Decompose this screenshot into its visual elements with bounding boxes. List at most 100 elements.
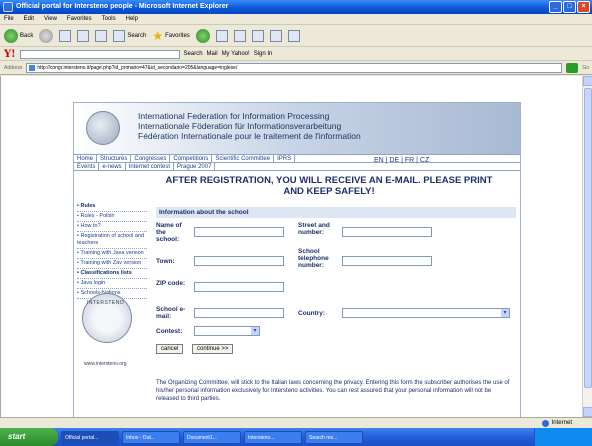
stop-icon[interactable] xyxy=(59,29,72,42)
page-viewport: International Federation for Information… xyxy=(0,76,582,432)
status-bar: Internet xyxy=(0,417,592,428)
contest-select[interactable]: ▾ xyxy=(194,326,260,336)
ie-icon xyxy=(3,2,13,12)
form-buttons: cancel continue >> xyxy=(156,342,516,360)
form-row-name-street: Name of the school: Street and number: xyxy=(156,218,516,246)
yahoo-mail-button[interactable]: Mail xyxy=(207,51,218,57)
address-input[interactable]: http://congr.intersteno.it/page.php?id_p… xyxy=(26,63,563,73)
yahoo-search-button[interactable]: Search xyxy=(184,51,203,57)
folder-icon[interactable] xyxy=(269,29,282,42)
cancel-button[interactable]: cancel xyxy=(156,344,184,354)
sidebar-item-label: Training with Java version xyxy=(80,250,144,256)
sidebar-item-how-to[interactable]: • How to? xyxy=(77,222,147,232)
sidebar-item-label: How to? xyxy=(80,223,101,229)
language-selector[interactable]: EN | DE | FR | CZ xyxy=(374,157,429,164)
home-icon[interactable] xyxy=(95,29,108,42)
menu-tools[interactable]: Tools xyxy=(102,14,116,24)
sidebar-item-label: Rules xyxy=(80,203,96,209)
form-row-town-phone: Town: School telephone number: xyxy=(156,246,516,276)
start-button[interactable]: start xyxy=(0,428,58,446)
go-label[interactable]: Go xyxy=(582,65,589,71)
sidebar-item-zav-training[interactable]: • Training with Zav version xyxy=(77,259,147,269)
sidebar-item-label: Registration of school and teachers xyxy=(77,233,145,246)
nav-enews[interactable]: e-news xyxy=(99,163,126,170)
menu-view[interactable]: View xyxy=(44,14,57,24)
phone-label: School telephone number: xyxy=(298,248,329,269)
banner-text: International Federation for Information… xyxy=(138,111,361,141)
intersteno-url[interactable]: www.intersteno.org xyxy=(84,361,127,367)
nav-internet-contest[interactable]: Internet contest xyxy=(126,163,175,170)
sidebar-item-registration[interactable]: • Registration of school and teachers xyxy=(77,232,147,249)
sidebar-item-java-training[interactable]: • Training with Java version xyxy=(77,249,147,259)
banner-line-2: Internationale Föderation für Informatio… xyxy=(138,121,342,131)
street-input[interactable] xyxy=(342,227,432,237)
school-name-label: Name of the school: xyxy=(156,222,182,243)
continue-button[interactable]: continue >> xyxy=(192,344,234,354)
sidebar-item-rules[interactable]: • Rules xyxy=(77,202,147,212)
zip-input[interactable] xyxy=(194,282,284,292)
nav-scientific-committee[interactable]: Scientific Committee xyxy=(212,155,275,162)
taskbar-item[interactable]: Official portal... xyxy=(61,430,119,444)
history-icon[interactable] xyxy=(195,28,210,43)
address-url: http://congr.intersteno.it/page.php?id_p… xyxy=(37,65,238,71)
close-button[interactable]: × xyxy=(577,1,590,13)
scroll-down-arrow[interactable] xyxy=(583,407,592,417)
nav-prague-2007[interactable]: Prague 2007 xyxy=(174,163,216,170)
back-button[interactable]: Back xyxy=(4,28,33,43)
address-label: Address xyxy=(4,65,23,71)
sidebar-item-rules-polish[interactable]: • Rules - Polish xyxy=(77,212,147,222)
nav-events[interactable]: Events xyxy=(74,163,100,170)
sidebar-item-label: Java login xyxy=(80,280,106,286)
sidebar-item-classifications[interactable]: • Classifications lists xyxy=(77,269,147,279)
yahoo-signin-button[interactable]: Sign In xyxy=(254,51,273,57)
sidebar-item-label: Training with Zav version xyxy=(80,260,142,266)
email-label: School e-mail: xyxy=(156,306,186,320)
nav-congresses[interactable]: Congresses xyxy=(131,155,171,162)
sidebar: • Rules • Rules - Polish • How to? • Reg… xyxy=(77,202,147,299)
school-name-input[interactable] xyxy=(194,227,284,237)
banner-line-3: Fédération Internationale pour le traite… xyxy=(138,131,361,141)
edit-icon[interactable] xyxy=(251,29,264,42)
country-select[interactable]: ▾ xyxy=(342,308,510,318)
taskbar-item[interactable]: Intersteno... xyxy=(244,430,302,444)
phone-input[interactable] xyxy=(342,256,432,266)
favorites-button[interactable]: ★ Favorites xyxy=(152,30,189,42)
my-yahoo-button[interactable]: My Yahoo! xyxy=(222,51,250,57)
taskbar-item[interactable]: Document1... xyxy=(183,430,241,444)
form-row-zip: ZIP code: xyxy=(156,276,516,302)
registration-notice: AFTER REGISTRATION, YOU WILL RECEIVE AN … xyxy=(165,175,493,197)
menu-favorites[interactable]: Favorites xyxy=(67,14,92,24)
scroll-thumb[interactable] xyxy=(584,88,592,388)
vertical-scrollbar[interactable] xyxy=(582,76,592,417)
refresh-icon[interactable] xyxy=(77,29,90,42)
nav-home[interactable]: Home xyxy=(74,155,98,162)
sidebar-item-java-login[interactable]: • Java login xyxy=(77,279,147,289)
maximize-button[interactable]: □ xyxy=(563,1,576,13)
search-button[interactable]: Search xyxy=(113,29,146,42)
nav-iprs[interactable]: IPRS xyxy=(274,155,296,162)
form-header: Information about the school xyxy=(156,207,516,218)
scroll-up-arrow[interactable] xyxy=(583,76,592,86)
taskbar-item[interactable]: Inbox - Out... xyxy=(122,430,180,444)
school-form: Information about the school Name of the… xyxy=(156,207,516,402)
nav-structures[interactable]: Structures xyxy=(97,155,132,162)
email-input[interactable] xyxy=(194,308,284,318)
zip-label: ZIP code: xyxy=(156,280,186,287)
taskbar-item[interactable]: Search res... xyxy=(305,430,363,444)
minimize-button[interactable]: _ xyxy=(549,1,562,13)
print-icon[interactable] xyxy=(233,29,246,42)
chevron-down-icon: ▾ xyxy=(251,327,259,335)
go-button[interactable] xyxy=(566,63,579,73)
menu-edit[interactable]: Edit xyxy=(24,14,34,24)
address-bar: Address http://congr.intersteno.it/page.… xyxy=(0,62,592,75)
window-title: Official portal for Intersteno people - … xyxy=(16,3,229,10)
messenger-icon[interactable] xyxy=(287,29,300,42)
forward-button[interactable] xyxy=(39,28,54,43)
town-input[interactable] xyxy=(194,256,284,266)
nav-competitions[interactable]: Competitions xyxy=(170,155,213,162)
menu-file[interactable]: File xyxy=(4,14,14,24)
mail-icon[interactable] xyxy=(215,29,228,42)
yahoo-search-input[interactable] xyxy=(19,49,180,59)
menu-help[interactable]: Help xyxy=(126,14,138,24)
yahoo-logo[interactable]: Y! xyxy=(4,49,16,60)
